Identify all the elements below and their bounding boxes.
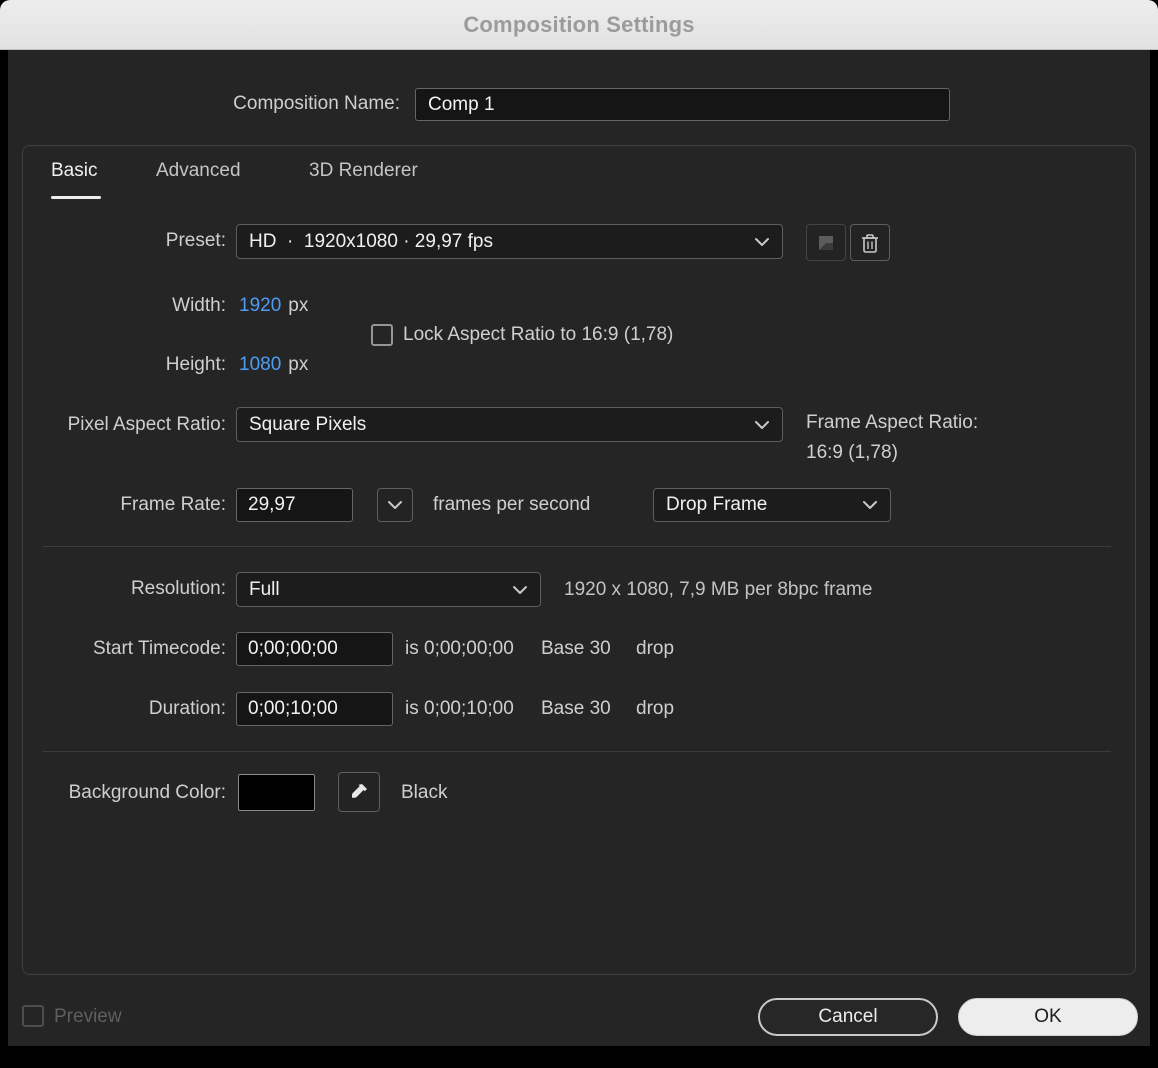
frame-aspect-ratio: Frame Aspect Ratio: 16:9 (1,78) bbox=[806, 408, 978, 468]
frame-aspect-ratio-label: Frame Aspect Ratio: bbox=[806, 408, 978, 438]
preview-label: Preview bbox=[54, 1006, 122, 1028]
width-label: Width: bbox=[23, 295, 226, 317]
section-divider bbox=[43, 751, 1111, 752]
duration-base: Base 30 bbox=[541, 698, 611, 720]
duration-label: Duration: bbox=[23, 698, 226, 720]
duration-equals: is 0;00;10;00 bbox=[405, 698, 514, 720]
tab-basic[interactable]: Basic bbox=[51, 160, 97, 182]
delete-preset-button[interactable] bbox=[850, 224, 890, 261]
duration-input[interactable] bbox=[236, 692, 393, 726]
composition-settings-dialog: Composition Settings Composition Name: B… bbox=[0, 0, 1158, 1068]
width-number[interactable]: 1920 bbox=[239, 295, 281, 316]
start-timecode-equals: is 0;00;00;00 bbox=[405, 638, 514, 660]
width-unit: px bbox=[288, 295, 308, 316]
lock-aspect-label: Lock Aspect Ratio to 16:9 (1,78) bbox=[403, 324, 673, 346]
dialog-title: Composition Settings bbox=[463, 12, 694, 38]
preset-value: HD · 1920x1080 · 29,97 fps bbox=[249, 231, 493, 253]
background-color-name: Black bbox=[401, 782, 447, 804]
chevron-down-icon bbox=[754, 237, 770, 247]
settings-panel: Basic Advanced 3D Renderer Preset: HD · … bbox=[22, 145, 1136, 975]
drop-frame-value: Drop Frame bbox=[666, 494, 767, 516]
cancel-button[interactable]: Cancel bbox=[758, 998, 938, 1036]
trash-icon bbox=[860, 232, 880, 254]
height-value: 1080 px bbox=[239, 354, 308, 376]
start-timecode-input[interactable] bbox=[236, 632, 393, 666]
dialog-titlebar[interactable]: Composition Settings bbox=[0, 0, 1158, 50]
pixel-aspect-ratio-value: Square Pixels bbox=[249, 414, 366, 436]
active-tab-underline bbox=[51, 196, 101, 199]
save-preset-button[interactable] bbox=[806, 224, 846, 261]
frame-rate-dropdown-button[interactable] bbox=[377, 488, 413, 522]
frame-aspect-ratio-value: 16:9 (1,78) bbox=[806, 438, 978, 468]
height-label: Height: bbox=[23, 354, 226, 376]
lock-aspect-checkbox[interactable] bbox=[371, 324, 393, 346]
pixel-aspect-ratio-dropdown[interactable]: Square Pixels bbox=[236, 407, 783, 442]
start-timecode-drop: drop bbox=[636, 638, 674, 660]
tab-3d-renderer[interactable]: 3D Renderer bbox=[309, 160, 418, 182]
composition-name-input[interactable] bbox=[415, 88, 950, 121]
tab-advanced[interactable]: Advanced bbox=[156, 160, 241, 182]
preview-checkbox[interactable] bbox=[22, 1005, 44, 1027]
duration-drop: drop bbox=[636, 698, 674, 720]
frame-rate-input[interactable] bbox=[236, 488, 353, 522]
frame-rate-label: Frame Rate: bbox=[23, 494, 226, 516]
background-color-swatch[interactable] bbox=[238, 774, 315, 811]
start-timecode-base: Base 30 bbox=[541, 638, 611, 660]
resolution-value: Full bbox=[249, 579, 280, 601]
height-number[interactable]: 1080 bbox=[239, 354, 281, 375]
resolution-dropdown[interactable]: Full bbox=[236, 572, 541, 607]
width-value: 1920 px bbox=[239, 295, 308, 317]
chevron-down-icon bbox=[754, 420, 770, 430]
composition-name-label: Composition Name: bbox=[108, 93, 400, 115]
background-color-label: Background Color: bbox=[23, 782, 226, 804]
resolution-label: Resolution: bbox=[23, 578, 226, 600]
dialog-content: Composition Name: Basic Advanced 3D Rend… bbox=[8, 50, 1150, 1046]
frame-rate-suffix: frames per second bbox=[433, 494, 590, 516]
preset-dropdown[interactable]: HD · 1920x1080 · 29,97 fps bbox=[236, 224, 783, 259]
height-unit: px bbox=[288, 354, 308, 375]
preset-label: Preset: bbox=[23, 230, 226, 252]
eyedropper-button[interactable] bbox=[338, 772, 380, 812]
resolution-info: 1920 x 1080, 7,9 MB per 8bpc frame bbox=[564, 579, 872, 601]
start-timecode-label: Start Timecode: bbox=[23, 638, 226, 660]
chevron-down-icon bbox=[862, 500, 878, 510]
ok-button[interactable]: OK bbox=[958, 998, 1138, 1036]
drop-frame-dropdown[interactable]: Drop Frame bbox=[653, 488, 891, 522]
pixel-aspect-ratio-label: Pixel Aspect Ratio: bbox=[23, 414, 226, 436]
chevron-down-icon bbox=[512, 585, 528, 595]
eyedropper-icon bbox=[348, 781, 370, 803]
section-divider bbox=[43, 546, 1111, 547]
save-preset-icon bbox=[816, 233, 836, 253]
chevron-down-icon bbox=[387, 500, 403, 510]
